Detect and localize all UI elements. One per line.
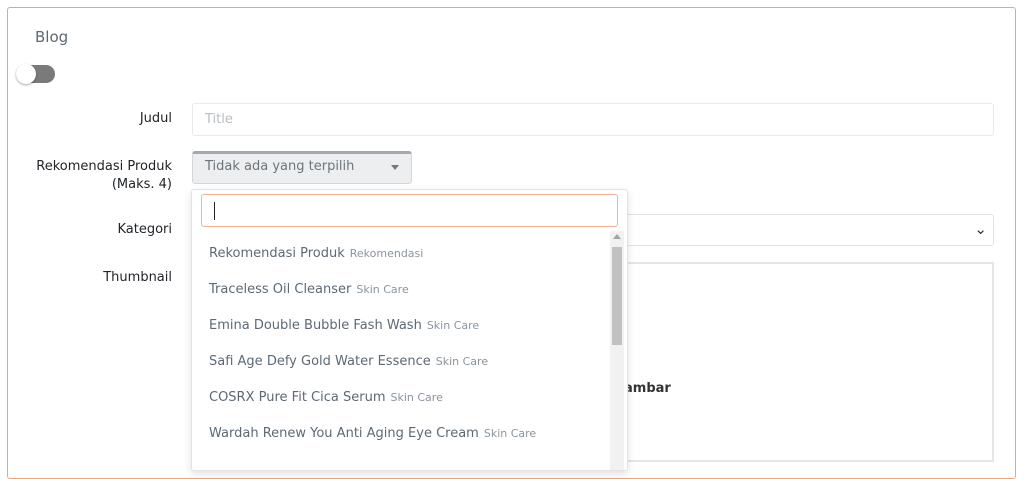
products-label-line2: (Maks. 4) xyxy=(111,177,172,192)
option-category: Skin Care xyxy=(435,355,489,368)
thumbnail-upload-text: ambar xyxy=(624,381,671,396)
dropdown-option[interactable]: Traceless Oil Cleanser Skin Care xyxy=(209,282,409,297)
option-name: Safi Age Defy Gold Water Essence xyxy=(209,354,431,369)
option-category: Skin Care xyxy=(356,283,409,296)
products-label: Rekomendasi Produk (Maks. 4) xyxy=(1,158,172,194)
products-selected-text: Tidak ada yang terpilih xyxy=(205,159,355,174)
products-label-line1: Rekomendasi Produk xyxy=(36,159,172,174)
publish-toggle[interactable] xyxy=(16,64,55,84)
text-cursor xyxy=(214,202,215,220)
products-select-button[interactable]: Tidak ada yang terpilih xyxy=(192,151,412,184)
dropdown-option[interactable]: Safi Age Defy Gold Water Essence Skin Car… xyxy=(209,354,488,369)
toggle-knob xyxy=(16,64,36,84)
option-category: Skin Care xyxy=(390,391,443,404)
option-name: Wardah Renew You Anti Aging Eye Cream xyxy=(209,426,479,441)
option-category: Skin Care xyxy=(483,427,537,440)
dropdown-option[interactable]: Rekomendasi Produk Rekomendasi xyxy=(209,246,423,261)
title-field[interactable] xyxy=(192,103,994,136)
option-name: Traceless Oil Cleanser xyxy=(209,282,352,297)
dropdown-scrollbar[interactable] xyxy=(610,231,624,470)
card-title: Blog xyxy=(35,28,69,46)
dropdown-option[interactable]: COSRX Pure Fit Cica Serum Skin Care xyxy=(209,390,443,405)
dropdown-option[interactable]: Wardah Renew You Anti Aging Eye Cream Ski… xyxy=(209,426,536,441)
products-dropdown-menu: Rekomendasi Produk Rekomendasi Traceless … xyxy=(191,189,628,471)
option-category: Rekomendasi xyxy=(349,247,424,260)
option-name: Emina Double Bubble Fash Wash xyxy=(209,318,422,333)
chevron-down-icon: ⌄ xyxy=(974,220,987,238)
option-category: Skin Care xyxy=(426,319,480,332)
scroll-up-arrow-icon[interactable] xyxy=(613,234,621,239)
title-label: Judul xyxy=(139,111,172,126)
thumbnail-label: Thumbnail xyxy=(103,270,172,285)
scrollbar-thumb[interactable] xyxy=(612,247,622,345)
option-name: Rekomendasi Produk xyxy=(209,246,345,261)
dropdown-search-input[interactable] xyxy=(201,194,618,227)
caret-down-icon xyxy=(391,165,399,170)
category-label: Kategori xyxy=(117,222,172,237)
thumbnail-dropzone[interactable] xyxy=(600,262,994,462)
option-name: COSRX Pure Fit Cica Serum xyxy=(209,390,386,405)
category-select[interactable]: ⌄ xyxy=(600,214,994,246)
dropdown-option[interactable]: Emina Double Bubble Fash Wash Skin Care xyxy=(209,318,479,333)
title-input[interactable] xyxy=(193,104,993,135)
